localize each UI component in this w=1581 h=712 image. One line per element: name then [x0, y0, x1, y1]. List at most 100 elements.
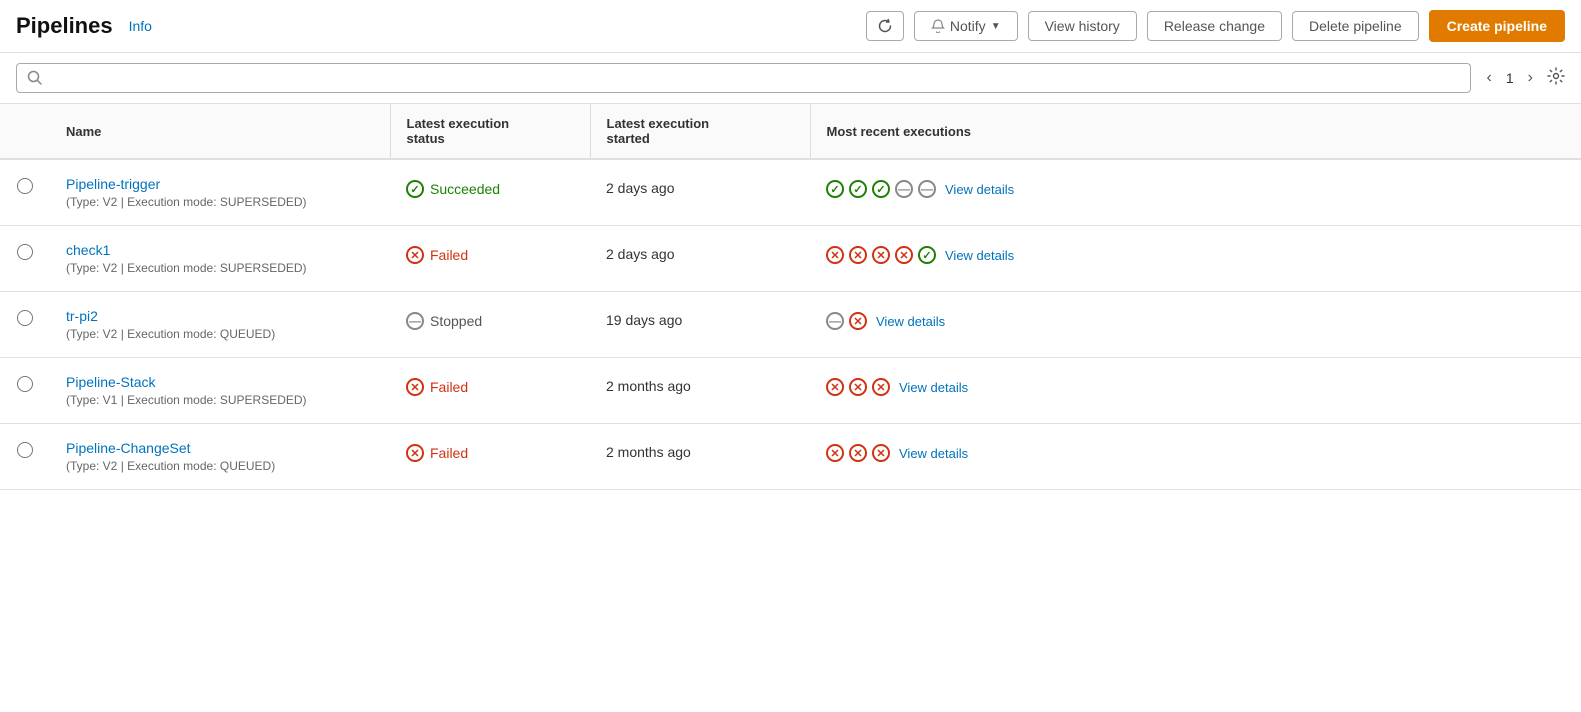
- settings-icon: [1547, 67, 1565, 85]
- stopped-icon: —: [406, 312, 424, 330]
- page-title: Pipelines: [16, 13, 113, 39]
- view-history-label: View history: [1045, 18, 1120, 34]
- view-details-link-pipeline-trigger[interactable]: View details: [945, 182, 1014, 197]
- table-row: tr-pi2 (Type: V2 | Execution mode: QUEUE…: [0, 292, 1581, 358]
- view-history-button[interactable]: View history: [1028, 11, 1137, 41]
- stopped-icon: —: [826, 312, 844, 330]
- failed-icon: ✕: [826, 444, 844, 462]
- failed-icon: ✕: [406, 246, 424, 264]
- pipelines-table-wrapper: Name Latest executionstatus Latest execu…: [0, 104, 1581, 490]
- status-label-pipeline-trigger: Succeeded: [430, 181, 500, 197]
- started-cell-pipeline-stack: 2 months ago: [606, 374, 794, 394]
- notify-label: Notify: [950, 18, 986, 34]
- failed-icon: ✕: [872, 444, 890, 462]
- search-input[interactable]: [49, 70, 1460, 86]
- row-radio-check1[interactable]: [17, 244, 33, 260]
- table-settings-button[interactable]: [1547, 67, 1565, 90]
- search-container: [16, 63, 1471, 93]
- executions-cell-pipeline-changeset: ✕ ✕ ✕ View details: [826, 440, 1565, 462]
- success-icon: ✓: [918, 246, 936, 264]
- success-icon: ✓: [849, 180, 867, 198]
- table-row: Pipeline-Stack (Type: V1 | Execution mod…: [0, 358, 1581, 424]
- pipeline-meta-check1: (Type: V2 | Execution mode: SUPERSEDED): [66, 261, 374, 275]
- executions-cell-pipeline-trigger: ✓ ✓ ✓ — — View details: [826, 176, 1565, 198]
- table-row: Pipeline-ChangeSet (Type: V2 | Execution…: [0, 424, 1581, 490]
- pagination-controls: ‹ 1 ›: [1481, 67, 1565, 90]
- release-change-button[interactable]: Release change: [1147, 11, 1282, 41]
- top-bar: Pipelines Info Notify ▼ View history Rel…: [0, 0, 1581, 53]
- page-number: 1: [1506, 70, 1514, 86]
- table-header-row: Name Latest executionstatus Latest execu…: [0, 104, 1581, 159]
- refresh-icon: [877, 18, 893, 34]
- started-cell-check1: 2 days ago: [606, 242, 794, 262]
- prev-arrow-icon: ‹: [1487, 69, 1492, 86]
- col-execution-status: Latest executionstatus: [390, 104, 590, 159]
- status-cell-check1: ✕ Failed: [406, 242, 574, 264]
- create-pipeline-button[interactable]: Create pipeline: [1429, 10, 1565, 42]
- delete-pipeline-label: Delete pipeline: [1309, 18, 1402, 34]
- failed-icon: ✕: [849, 444, 867, 462]
- col-recent-executions: Most recent executions: [810, 104, 1581, 159]
- started-cell-tr-pi2: 19 days ago: [606, 308, 794, 328]
- status-cell-pipeline-changeset: ✕Failed: [406, 440, 574, 462]
- row-radio-pipeline-changeset[interactable]: [17, 442, 33, 458]
- table-row: check1 (Type: V2 | Execution mode: SUPER…: [0, 226, 1581, 292]
- row-radio-tr-pi2[interactable]: [17, 310, 33, 326]
- col-execution-started: Latest executionstarted: [590, 104, 810, 159]
- col-checkbox: [0, 104, 50, 159]
- delete-pipeline-button[interactable]: Delete pipeline: [1292, 11, 1419, 41]
- next-page-button[interactable]: ›: [1522, 67, 1539, 89]
- pipeline-meta-pipeline-trigger: (Type: V2 | Execution mode: SUPERSEDED): [66, 195, 374, 209]
- status-cell-tr-pi2: — Stopped: [406, 308, 574, 330]
- failed-icon: ✕: [849, 378, 867, 396]
- table-row: Pipeline-trigger (Type: V2 | Execution m…: [0, 159, 1581, 226]
- failed-icon: ✕: [826, 246, 844, 264]
- pipeline-name-pipeline-stack[interactable]: Pipeline-Stack: [66, 374, 374, 390]
- notify-dropdown-arrow: ▼: [991, 21, 1001, 32]
- pipeline-meta-pipeline-changeset: (Type: V2 | Execution mode: QUEUED): [66, 459, 374, 473]
- col-name: Name: [50, 104, 390, 159]
- view-details-link-pipeline-changeset[interactable]: View details: [899, 446, 968, 461]
- create-pipeline-label: Create pipeline: [1447, 18, 1547, 34]
- row-radio-pipeline-trigger[interactable]: [17, 178, 33, 194]
- failed-icon: ✕: [895, 246, 913, 264]
- failed-icon: ✕: [872, 246, 890, 264]
- stopped-icon: —: [895, 180, 913, 198]
- status-cell-pipeline-stack: ✕ Failed: [406, 374, 574, 396]
- failed-icon: ✕: [406, 444, 424, 462]
- status-label-pipeline-stack: Failed: [430, 379, 468, 395]
- pipeline-name-check1[interactable]: check1: [66, 242, 374, 258]
- failed-icon: ✕: [849, 312, 867, 330]
- executions-cell-check1: ✕ ✕ ✕ ✕ ✓ View details: [826, 242, 1565, 264]
- failed-icon: ✕: [849, 246, 867, 264]
- refresh-button[interactable]: [866, 11, 904, 41]
- failed-icon: ✕: [406, 378, 424, 396]
- status-label-check1: Failed: [430, 247, 468, 263]
- pipeline-name-tr-pi2[interactable]: tr-pi2: [66, 308, 374, 324]
- info-link[interactable]: Info: [129, 18, 152, 34]
- row-radio-pipeline-stack[interactable]: [17, 376, 33, 392]
- search-icon: [27, 70, 43, 86]
- notify-button[interactable]: Notify ▼: [914, 11, 1018, 41]
- success-icon: ✓: [872, 180, 890, 198]
- view-details-link-check1[interactable]: View details: [945, 248, 1014, 263]
- started-cell-pipeline-changeset: 2 months ago: [606, 440, 794, 460]
- stopped-icon: —: [918, 180, 936, 198]
- success-icon: ✓: [826, 180, 844, 198]
- pipeline-name-pipeline-trigger[interactable]: Pipeline-trigger: [66, 176, 374, 192]
- prev-page-button[interactable]: ‹: [1481, 67, 1498, 89]
- executions-cell-tr-pi2: — ✕ View details: [826, 308, 1565, 330]
- started-cell-pipeline-trigger: 2 days ago: [606, 176, 794, 196]
- executions-cell-pipeline-stack: ✕ ✕ ✕ View details: [826, 374, 1565, 396]
- view-details-link-pipeline-stack[interactable]: View details: [899, 380, 968, 395]
- failed-icon: ✕: [826, 378, 844, 396]
- pipeline-name-pipeline-changeset[interactable]: Pipeline-ChangeSet: [66, 440, 374, 456]
- pipeline-meta-tr-pi2: (Type: V2 | Execution mode: QUEUED): [66, 327, 374, 341]
- release-change-label: Release change: [1164, 18, 1265, 34]
- status-cell-pipeline-trigger: ✓Succeeded: [406, 176, 574, 198]
- failed-icon: ✕: [872, 378, 890, 396]
- pipelines-table: Name Latest executionstatus Latest execu…: [0, 104, 1581, 490]
- status-label-tr-pi2: Stopped: [430, 313, 482, 329]
- pipeline-meta-pipeline-stack: (Type: V1 | Execution mode: SUPERSEDED): [66, 393, 374, 407]
- view-details-link-tr-pi2[interactable]: View details: [876, 314, 945, 329]
